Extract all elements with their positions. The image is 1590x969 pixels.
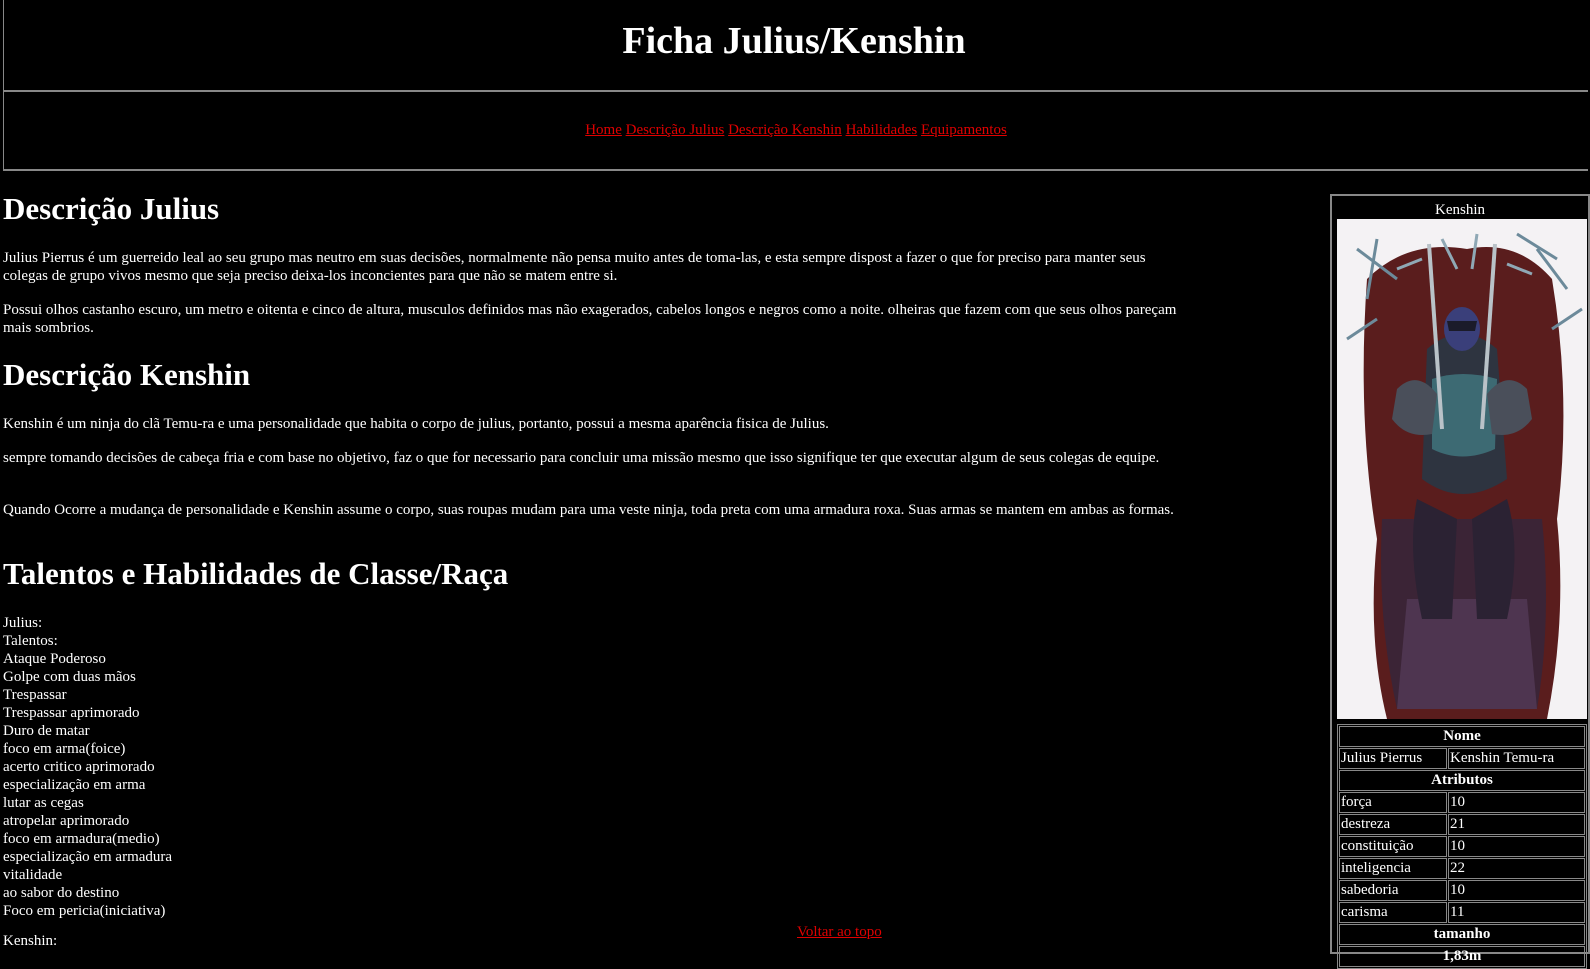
nav-link-habilidades[interactable]: Habilidades xyxy=(846,122,918,138)
list-item: Talentos: xyxy=(3,633,58,649)
tamanho-header: tamanho xyxy=(1339,924,1585,945)
table-row: destreza 21 xyxy=(1339,814,1585,835)
list-item: especialização em arma xyxy=(3,777,146,793)
section-heading-julius: Descrição Julius xyxy=(3,191,220,226)
nome-julius: Julius Pierrus xyxy=(1339,748,1448,769)
attribute-value: 10 xyxy=(1448,880,1585,901)
attribute-label: força xyxy=(1339,792,1448,813)
nav-link-equipamentos[interactable]: Equipamentos xyxy=(921,122,1007,138)
talent-list: Julius: Talentos: Ataque Poderoso Golpe … xyxy=(3,614,172,920)
table-row: sabedoria 10 xyxy=(1339,880,1585,901)
section-heading-kenshin: Descrição Kenshin xyxy=(3,357,251,392)
kenshin-talents-label: Kenshin: xyxy=(3,933,58,949)
table-row: inteligencia 22 xyxy=(1339,858,1585,879)
page-header: Ficha Julius/Kenshin xyxy=(3,0,1588,92)
list-item: Duro de matar xyxy=(3,723,90,739)
back-to-top-link[interactable]: Voltar ao topo xyxy=(797,924,882,941)
attribute-label: carisma xyxy=(1339,902,1448,923)
attribute-value: 22 xyxy=(1448,858,1585,879)
table-row: força 10 xyxy=(1339,792,1585,813)
sidebar-title: Kenshin xyxy=(1435,202,1485,218)
nav-link-home[interactable]: Home xyxy=(585,122,622,138)
julius-paragraph-1: Julius Pierrus é um guerreido leal ao se… xyxy=(3,250,1146,284)
list-item: Trespassar aprimorado xyxy=(3,705,140,721)
list-item: Golpe com duas mãos xyxy=(3,669,136,685)
list-item: Trespassar xyxy=(3,687,67,703)
section-heading-talentos: Talentos e Habilidades de Classe/Raça xyxy=(3,556,509,591)
nome-kenshin: Kenshin Temu-ra xyxy=(1448,748,1585,769)
attribute-value: 11 xyxy=(1448,902,1585,923)
julius-paragraph-2: Possui olhos castanho escuro, um metro e… xyxy=(3,302,1177,336)
page-title: Ficha Julius/Kenshin xyxy=(622,20,966,62)
list-item: lutar as cegas xyxy=(3,795,84,811)
attribute-label: inteligencia xyxy=(1339,858,1448,879)
nav-bar: Home Descrição Julius Descrição Kenshin … xyxy=(3,92,1588,171)
attribute-label: sabedoria xyxy=(1339,880,1448,901)
list-item: acerto critico aprimorado xyxy=(3,759,155,775)
nome-header: Nome xyxy=(1339,726,1585,747)
kenshin-portrait-image xyxy=(1337,219,1587,719)
list-item: foco em armadura(medio) xyxy=(3,831,160,847)
atributos-header: Atributos xyxy=(1339,770,1585,791)
character-stats-table: Nome Julius Pierrus Kenshin Temu-ra Atri… xyxy=(1337,724,1587,969)
list-item: Foco em pericia(iniciativa) xyxy=(3,903,166,919)
list-item: ao sabor do destino xyxy=(3,885,120,901)
attribute-value: 10 xyxy=(1448,836,1585,857)
character-sidebar: Kenshin Nome Julius Pierrus Kenshin Temu… xyxy=(1330,194,1590,969)
list-item: Julius: xyxy=(3,615,43,631)
list-item: especialização em armadura xyxy=(3,849,173,865)
kenshin-paragraph-3: Quando Ocorre a mudança de personalidade… xyxy=(3,502,1174,518)
table-row: Julius Pierrus Kenshin Temu-ra xyxy=(1339,748,1585,769)
nav-link-descricao-julius[interactable]: Descrição Julius xyxy=(626,122,725,138)
table-row: carisma 11 xyxy=(1339,902,1585,923)
list-item: foco em arma(foice) xyxy=(3,741,126,757)
tamanho-value: 1,83m xyxy=(1339,946,1585,967)
list-item: atropelar aprimorado xyxy=(3,813,130,829)
attribute-value: 21 xyxy=(1448,814,1585,835)
attribute-value: 10 xyxy=(1448,792,1585,813)
list-item: Ataque Poderoso xyxy=(3,651,106,667)
list-item: vitalidade xyxy=(3,867,63,883)
nav-link-descricao-kenshin[interactable]: Descrição Kenshin xyxy=(728,122,842,138)
attribute-label: constituição xyxy=(1339,836,1448,857)
nav-links: Home Descrição Julius Descrição Kenshin … xyxy=(4,122,1588,139)
kenshin-paragraph-1: Kenshin é um ninja do clã Temu-ra e uma … xyxy=(3,416,829,432)
attribute-label: destreza xyxy=(1339,814,1448,835)
table-row: constituição 10 xyxy=(1339,836,1585,857)
kenshin-paragraph-2: sempre tomando decisões de cabeça fria e… xyxy=(3,450,1160,466)
